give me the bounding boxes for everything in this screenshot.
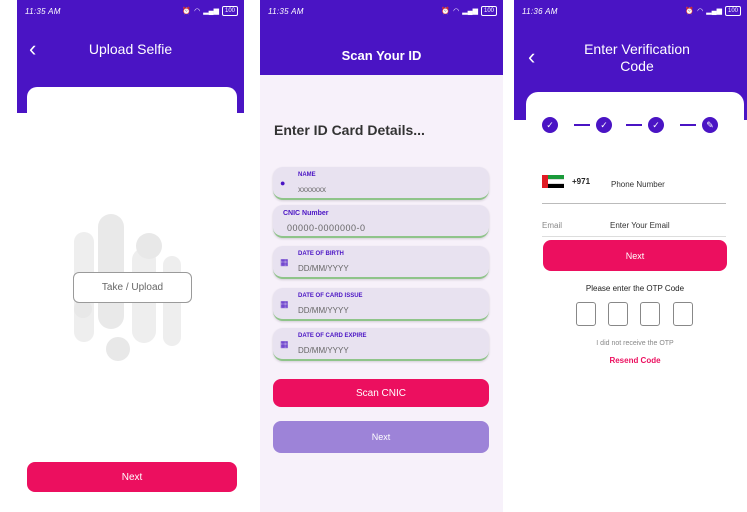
alarm-icon: ⏰ (182, 8, 192, 15)
next-button[interactable]: Next (27, 462, 237, 492)
next-button[interactable]: Next (273, 421, 489, 453)
otp-digit-input[interactable] (608, 302, 628, 326)
phone-number-input[interactable]: Phone Number (611, 180, 665, 189)
calendar-icon: ▦ (280, 339, 289, 349)
verification-code-screen: 11:36 AM ⏰ ◠ ▂▄▆ 100 ‹ Enter Verificatio… (514, 0, 747, 512)
scan-cnic-button[interactable]: Scan CNIC (273, 379, 489, 407)
status-icons: ⏰ ◠ ▂▄▆ 100 (182, 6, 238, 16)
wifi-icon: ◠ (697, 8, 704, 15)
illustration-circle (136, 233, 162, 259)
status-bar: 11:35 AM ⏰ ◠ ▂▄▆ 100 (260, 0, 503, 22)
step-check-icon: ✓ (648, 117, 664, 133)
step-edit-icon: ✎ (702, 117, 718, 133)
email-label: Email (542, 221, 563, 230)
status-bar: 11:35 AM ⏰ ◠ ▂▄▆ 100 (17, 0, 244, 22)
person-icon: ● (280, 178, 286, 188)
page-title: Scan Your ID (341, 48, 422, 63)
phone-underline (542, 203, 726, 204)
calendar-icon: ▦ (280, 299, 289, 309)
wifi-icon: ◠ (453, 8, 460, 15)
field-label: CNIC Number (283, 210, 329, 217)
illustration-circle (106, 337, 130, 361)
country-code[interactable]: +971 (572, 177, 590, 186)
status-bar: 11:36 AM ⏰ ◠ ▂▄▆ 100 (514, 0, 747, 22)
step-connector (626, 124, 642, 126)
content-body (17, 113, 244, 512)
section-heading: Enter ID Card Details... (274, 122, 425, 138)
battery-icon: 100 (480, 6, 497, 16)
page-title: Upload Selfie (88, 41, 173, 57)
status-time: 11:35 AM (268, 6, 304, 16)
scan-id-screen: 11:35 AM ⏰ ◠ ▂▄▆ 100 Scan Your ID Enter … (260, 0, 503, 512)
date-of-card-issue-field[interactable]: ▦ DATE OF CARD ISSUE DD/MM/YYYY (273, 288, 489, 321)
status-time: 11:36 AM (522, 6, 558, 16)
field-placeholder: DD/MM/YYYY (298, 264, 349, 273)
status-icons: ⏰ ◠ ▂▄▆ 100 (685, 6, 741, 16)
field-placeholder: DD/MM/YYYY (298, 306, 349, 315)
otp-digit-input[interactable] (673, 302, 693, 326)
content-card (526, 92, 744, 512)
field-label: DATE OF CARD ISSUE (298, 293, 363, 299)
page-title-line: Enter Verification (584, 41, 690, 57)
cnic-number-field[interactable]: CNIC Number 00000-0000000-0 (273, 205, 489, 238)
back-arrow-icon[interactable]: ‹ (528, 46, 535, 68)
status-time: 11:35 AM (25, 6, 61, 16)
field-label: DATE OF BIRTH (298, 251, 344, 257)
step-check-icon: ✓ (596, 117, 612, 133)
step-connector (574, 124, 590, 126)
date-of-card-expire-field[interactable]: ▦ DATE OF CARD EXPIRE DD/MM/YYYY (273, 328, 489, 361)
otp-not-received-text: I did not receive the OTP (596, 340, 674, 347)
page-title-line: Code (620, 58, 654, 74)
field-label: DATE OF CARD EXPIRE (298, 333, 367, 339)
alarm-icon: ⏰ (441, 8, 451, 15)
calendar-icon: ▦ (280, 257, 289, 267)
signal-icon: ▂▄▆ (203, 8, 219, 15)
upload-selfie-screen: 11:35 AM ⏰ ◠ ▂▄▆ 100 ‹ Upload Selfie Tak… (17, 0, 244, 512)
field-placeholder: 00000-0000000-0 (287, 223, 366, 233)
otp-prompt: Please enter the OTP Code (585, 284, 685, 293)
alarm-icon: ⏰ (685, 8, 695, 15)
name-field[interactable]: ● NAME xxxxxxx (273, 167, 489, 200)
page-title: Enter Verification Code (554, 41, 720, 75)
field-placeholder: DD/MM/YYYY (298, 346, 349, 355)
email-underline (542, 236, 726, 237)
uae-flag-icon[interactable] (542, 175, 564, 188)
field-label: NAME (298, 172, 316, 178)
email-input[interactable]: Enter Your Email (610, 221, 670, 230)
take-upload-button[interactable]: Take / Upload (73, 272, 192, 303)
step-check-icon: ✓ (542, 117, 558, 133)
otp-digit-input[interactable] (576, 302, 596, 326)
signal-icon: ▂▄▆ (706, 8, 722, 15)
field-value: xxxxxxx (298, 185, 326, 194)
battery-icon: 100 (724, 6, 741, 16)
signal-icon: ▂▄▆ (462, 8, 478, 15)
step-connector (680, 124, 696, 126)
next-button[interactable]: Next (543, 240, 727, 271)
date-of-birth-field[interactable]: ▦ DATE OF BIRTH DD/MM/YYYY (273, 246, 489, 279)
wifi-icon: ◠ (194, 8, 201, 15)
status-icons: ⏰ ◠ ▂▄▆ 100 (441, 6, 497, 16)
battery-icon: 100 (221, 6, 238, 16)
resend-code-link[interactable]: Resend Code (526, 356, 744, 365)
otp-digit-input[interactable] (640, 302, 660, 326)
